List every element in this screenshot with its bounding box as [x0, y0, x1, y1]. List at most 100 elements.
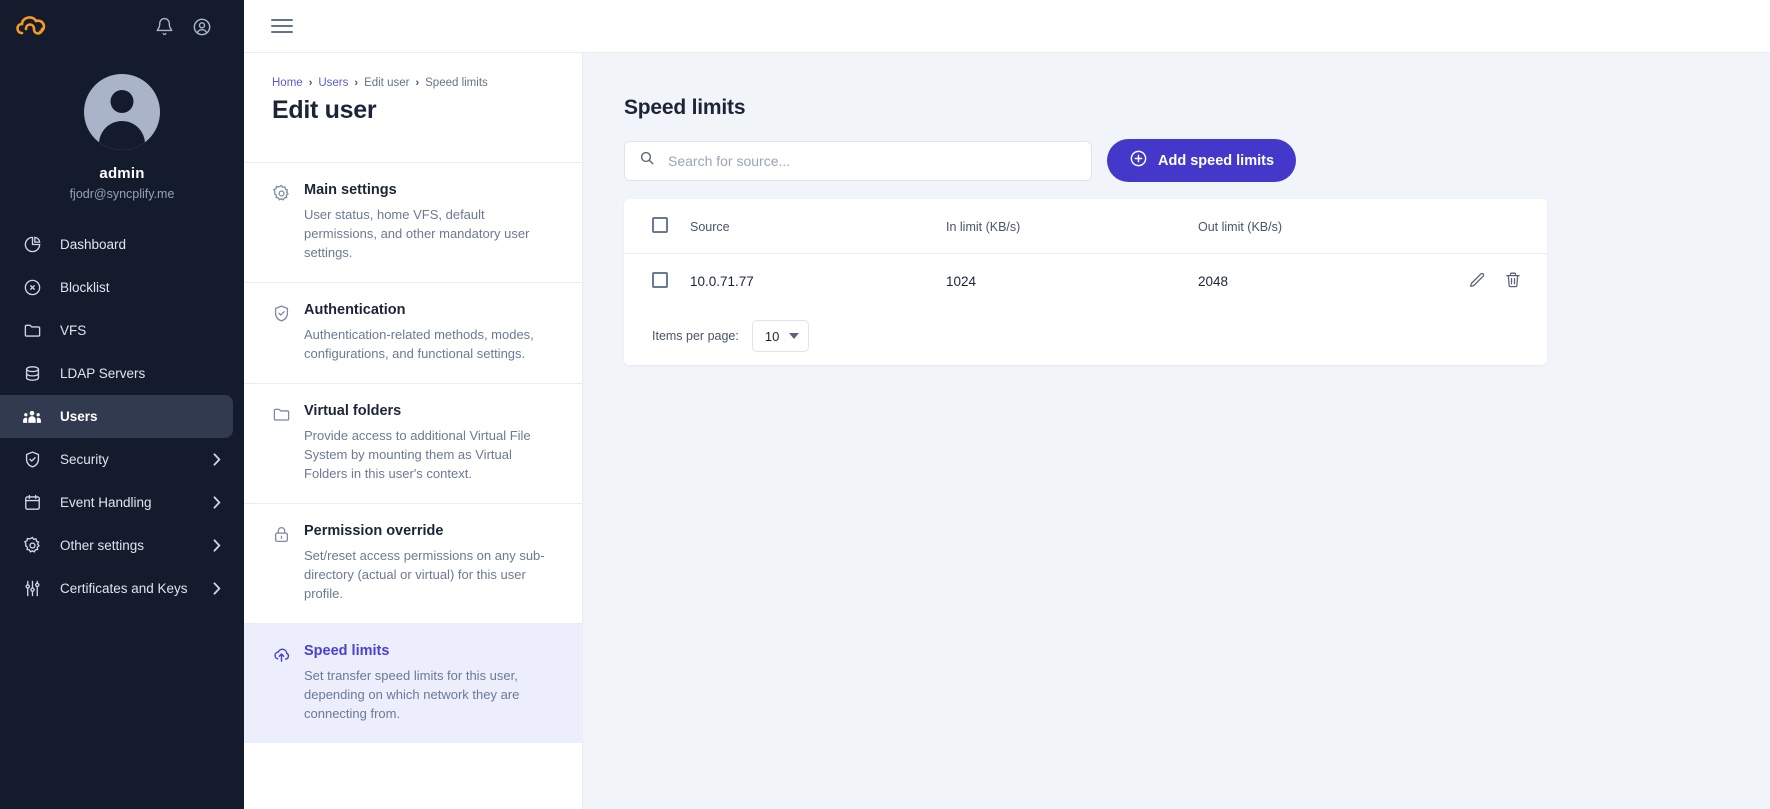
add-speed-limits-button[interactable]: Add speed limits [1107, 139, 1297, 183]
sidebar-item-label: Dashboard [60, 237, 127, 252]
column-header-source[interactable]: Source [690, 199, 946, 255]
search-icon [639, 150, 666, 171]
shield-check-icon [272, 302, 292, 364]
chevron-right-icon [213, 582, 233, 595]
column-header-in-limit[interactable]: In limit (KB/s) [946, 199, 1198, 255]
delete-trash-icon[interactable] [1504, 271, 1522, 289]
breadcrumb-item-edit-user: Edit user [364, 77, 410, 89]
breadcrumb-wrap: Home › Users › Edit user › Speed limits … [244, 53, 582, 142]
settings-card-title: Main settings [304, 181, 397, 198]
sidebar-header [0, 0, 244, 53]
settings-card-main-settings[interactable]: Main settings User status, home VFS, def… [244, 161, 582, 282]
hamburger-menu-icon[interactable] [271, 15, 293, 37]
gear-icon [272, 182, 292, 263]
sidebar-item-dashboard[interactable]: Dashboard [0, 223, 233, 266]
speed-limits-table: Source In limit (KB/s) Out limit (KB/s) [624, 199, 1547, 309]
notifications-bell-icon[interactable] [155, 17, 174, 36]
users-group-icon [22, 407, 42, 427]
row-checkbox[interactable] [652, 272, 668, 289]
avatar [84, 74, 160, 150]
breadcrumb-item-users[interactable]: Users [318, 77, 348, 89]
table-header-row: Source In limit (KB/s) Out limit (KB/s) [624, 199, 1547, 255]
main-area: Home › Users › Edit user › Speed limits … [244, 0, 1770, 809]
items-per-page-label: Items per page: [652, 329, 739, 344]
add-speed-limits-label: Add speed limits [1158, 152, 1275, 169]
sidebar-item-security[interactable]: Security [0, 438, 233, 481]
body-row: Home › Users › Edit user › Speed limits … [244, 53, 1770, 809]
settings-card-list: Main settings User status, home VFS, def… [244, 161, 582, 743]
account-circle-icon[interactable] [192, 17, 212, 37]
settings-card-virtual-folders[interactable]: Virtual folders Provide access to additi… [244, 382, 582, 503]
settings-card-description: Set/reset access permissions on any sub-… [304, 548, 545, 601]
row-actions [1468, 271, 1522, 289]
settings-card-description: Authentication-related methods, modes, c… [304, 327, 534, 361]
items-per-page-select[interactable]: 10 [751, 320, 809, 353]
profile-email: fjodr@syncplify.me [69, 187, 175, 201]
sidebar-item-label: Event Handling [60, 495, 152, 510]
folder-icon [22, 321, 42, 341]
sidebar-item-ldap-servers[interactable]: LDAP Servers [0, 352, 233, 395]
gear-icon [22, 536, 42, 556]
cell-out-limit: 2048 [1198, 274, 1229, 290]
sidebar-item-label: Blocklist [60, 280, 110, 295]
sliders-icon [22, 579, 42, 599]
sidebar-item-label: Certificates and Keys [60, 581, 188, 596]
sidebar-item-users[interactable]: Users [0, 395, 233, 438]
breadcrumb-item-speed-limits: Speed limits [425, 77, 488, 89]
settings-card-authentication[interactable]: Authentication Authentication-related me… [244, 281, 582, 383]
settings-card-title: Speed limits [304, 642, 390, 659]
select-all-checkbox[interactable] [652, 217, 668, 234]
app-root: admin fjodr@syncplify.me Dashboard Block… [0, 0, 1770, 809]
sidebar-item-certificates-and-keys[interactable]: Certificates and Keys [0, 567, 233, 610]
content-toolbar: Add speed limits [624, 139, 1746, 183]
sidebar-profile: admin fjodr@syncplify.me [0, 53, 244, 201]
block-circle-icon [22, 278, 42, 298]
chevron-right-icon [213, 496, 233, 509]
settings-card-speed-limits[interactable]: Speed limits Set transfer speed limits f… [244, 622, 582, 743]
sidebar-item-label: Users [60, 409, 98, 424]
speed-limits-panel: Speed limits Search for source... Add sp… [583, 53, 1770, 809]
sidebar-item-label: Security [60, 452, 109, 467]
search-box[interactable] [624, 140, 1092, 181]
table-row[interactable]: 10.0.71.77 1024 2048 [624, 254, 1547, 310]
sidebar-item-label: Other settings [60, 538, 145, 553]
search-input[interactable] [666, 151, 1077, 170]
sidebar-item-event-handling[interactable]: Event Handling [0, 481, 233, 524]
table-head: Source In limit (KB/s) Out limit (KB/s) [624, 199, 1547, 255]
breadcrumb-separator: › [354, 77, 359, 89]
settings-card-title: Virtual folders [304, 402, 402, 419]
table-body: 10.0.71.77 1024 2048 [624, 254, 1547, 310]
select-all-cell [624, 199, 690, 255]
syncplify-cloud-logo[interactable] [14, 12, 50, 42]
sidebar-header-icons [155, 17, 226, 37]
cell-actions [1458, 254, 1547, 310]
sidebar-item-blocklist[interactable]: Blocklist [0, 266, 233, 309]
settings-card-description: Set transfer speed limits for this user,… [304, 667, 520, 721]
settings-card-permission-override[interactable]: Permission override Set/reset access per… [244, 502, 582, 623]
column-header-out-limit[interactable]: Out limit (KB/s) [1198, 199, 1458, 255]
settings-card-title: Permission override [304, 522, 444, 539]
settings-card-title: Authentication [304, 301, 406, 318]
sidebar-item-vfs[interactable]: VFS [0, 309, 233, 352]
folder-icon [272, 403, 292, 484]
database-icon [22, 364, 42, 384]
settings-card-description: Provide access to additional Virtual Fil… [304, 428, 531, 481]
edit-pencil-icon[interactable] [1468, 271, 1486, 289]
cell-in-limit: 1024 [946, 274, 977, 290]
plus-circle-icon [1129, 149, 1148, 172]
page-title: Edit user [272, 96, 377, 124]
content-title: Speed limits [624, 96, 746, 120]
sidebar-item-other-settings[interactable]: Other settings [0, 524, 233, 567]
lock-icon [272, 523, 292, 604]
breadcrumb-separator: › [415, 77, 420, 89]
chevron-right-icon [213, 539, 233, 552]
breadcrumb-separator: › [308, 77, 313, 89]
pie-chart-icon [22, 235, 42, 255]
sidebar-item-label: VFS [60, 323, 87, 338]
cell-source: 10.0.71.77 [690, 274, 754, 290]
chevron-down-icon [788, 333, 799, 340]
breadcrumb: Home › Users › Edit user › Speed limits [272, 77, 554, 89]
chevron-right-icon [213, 453, 233, 466]
items-per-page-value: 10 [764, 328, 780, 344]
breadcrumb-item-home[interactable]: Home [272, 77, 303, 89]
